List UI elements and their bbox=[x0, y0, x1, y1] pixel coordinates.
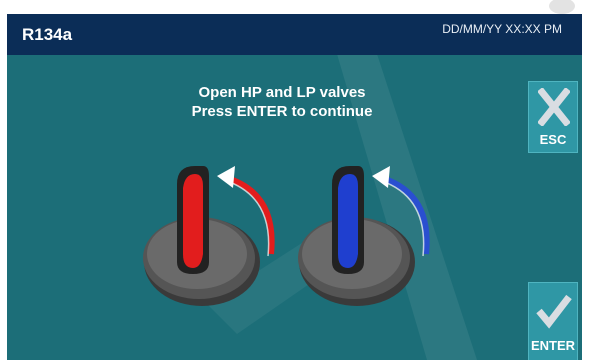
close-icon bbox=[538, 88, 570, 126]
instruction-text: Open HP and LP valves Press ENTER to con… bbox=[137, 83, 427, 121]
enter-button[interactable]: ENTER bbox=[528, 282, 578, 360]
device-screen: R134a DD/MM/YY XX:XX PM Open HP and LP v… bbox=[7, 14, 582, 360]
esc-label: ESC bbox=[539, 132, 567, 147]
hp-valve-graphic bbox=[143, 166, 275, 306]
instruction-line-1: Open HP and LP valves bbox=[198, 84, 366, 101]
esc-button[interactable]: ESC bbox=[528, 81, 578, 153]
top-cropped-strip bbox=[0, 0, 589, 14]
checkmark-icon bbox=[536, 294, 572, 329]
header-bar: R134a DD/MM/YY XX:XX PM bbox=[7, 14, 582, 55]
cropped-circle-graphic bbox=[549, 0, 575, 14]
date-time-display: DD/MM/YY XX:XX PM bbox=[442, 22, 562, 36]
refrigerant-title: R134a bbox=[22, 25, 73, 44]
lp-valve-graphic bbox=[298, 166, 430, 306]
instruction-line-2: Press ENTER to continue bbox=[191, 103, 373, 120]
enter-label: ENTER bbox=[530, 338, 576, 353]
